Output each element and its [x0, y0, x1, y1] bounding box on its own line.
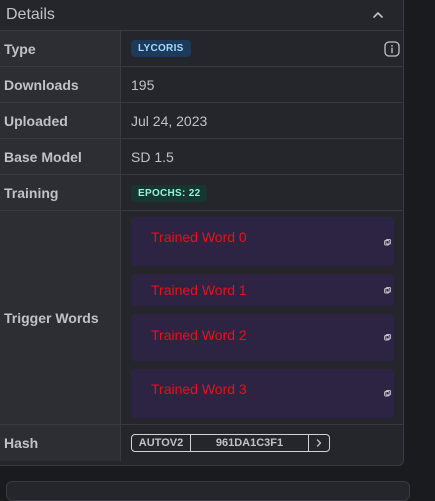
row-label: Base Model [0, 138, 121, 175]
trigger-word-text: Trained Word 1 [151, 282, 247, 298]
row-label: Trigger Words [0, 210, 121, 425]
trigger-word[interactable]: Trained Word 2 [131, 314, 394, 361]
next-panel [6, 481, 410, 501]
chevron-up-icon[interactable] [371, 8, 385, 22]
row-base-model: Base Model SD 1.5 [0, 138, 404, 175]
details-title: Details [6, 6, 55, 23]
trigger-word-text: Trained Word 2 [151, 327, 247, 343]
row-label: Training [0, 174, 121, 211]
trigger-word-text: Trained Word 3 [151, 381, 247, 397]
chevron-right-icon[interactable] [309, 435, 329, 451]
row-label: Hash [0, 424, 121, 461]
details-table: Type LYCORIS Downloads 195 Uploaded Jul … [0, 30, 404, 461]
trigger-words-list: Trained Word 0 Trained Word 1 Trained Wo… [131, 211, 394, 424]
info-icon[interactable] [384, 40, 400, 57]
row-label: Type [0, 30, 121, 67]
row-downloads: Downloads 195 [0, 66, 404, 103]
row-training: Training EPOCHS: 22 [0, 174, 404, 211]
copy-icon[interactable] [384, 334, 391, 341]
uploaded-value: Jul 24, 2023 [120, 102, 404, 139]
trigger-word[interactable]: Trained Word 0 [131, 217, 394, 266]
copy-icon[interactable] [384, 239, 391, 246]
type-badge: LYCORIS [131, 40, 191, 57]
row-trigger-words: Trigger Words Trained Word 0 Trained Wor… [0, 210, 404, 425]
copy-icon[interactable] [384, 390, 391, 397]
row-uploaded: Uploaded Jul 24, 2023 [0, 102, 404, 139]
trigger-word[interactable]: Trained Word 3 [131, 369, 394, 418]
trigger-word[interactable]: Trained Word 1 [131, 274, 394, 306]
base-model-value: SD 1.5 [120, 138, 404, 175]
trigger-word-text: Trained Word 0 [151, 229, 247, 245]
hash-algorithm[interactable]: AUTOV2 [132, 435, 191, 452]
row-label: Uploaded [0, 102, 121, 139]
hash-value[interactable]: 961DA1C3F1 [191, 435, 309, 452]
row-hash: Hash AUTOV2 961DA1C3F1 [0, 424, 404, 461]
downloads-value: 195 [120, 66, 404, 103]
details-panel: Details Type LYCORIS Downloads 195 Uploa… [0, 0, 404, 466]
row-type: Type LYCORIS [0, 30, 404, 67]
details-header[interactable]: Details [0, 0, 403, 30]
row-label: Downloads [0, 66, 121, 103]
copy-icon[interactable] [384, 287, 391, 294]
hash-box[interactable]: AUTOV2 961DA1C3F1 [131, 434, 330, 453]
epochs-badge: EPOCHS: 22 [131, 185, 208, 202]
